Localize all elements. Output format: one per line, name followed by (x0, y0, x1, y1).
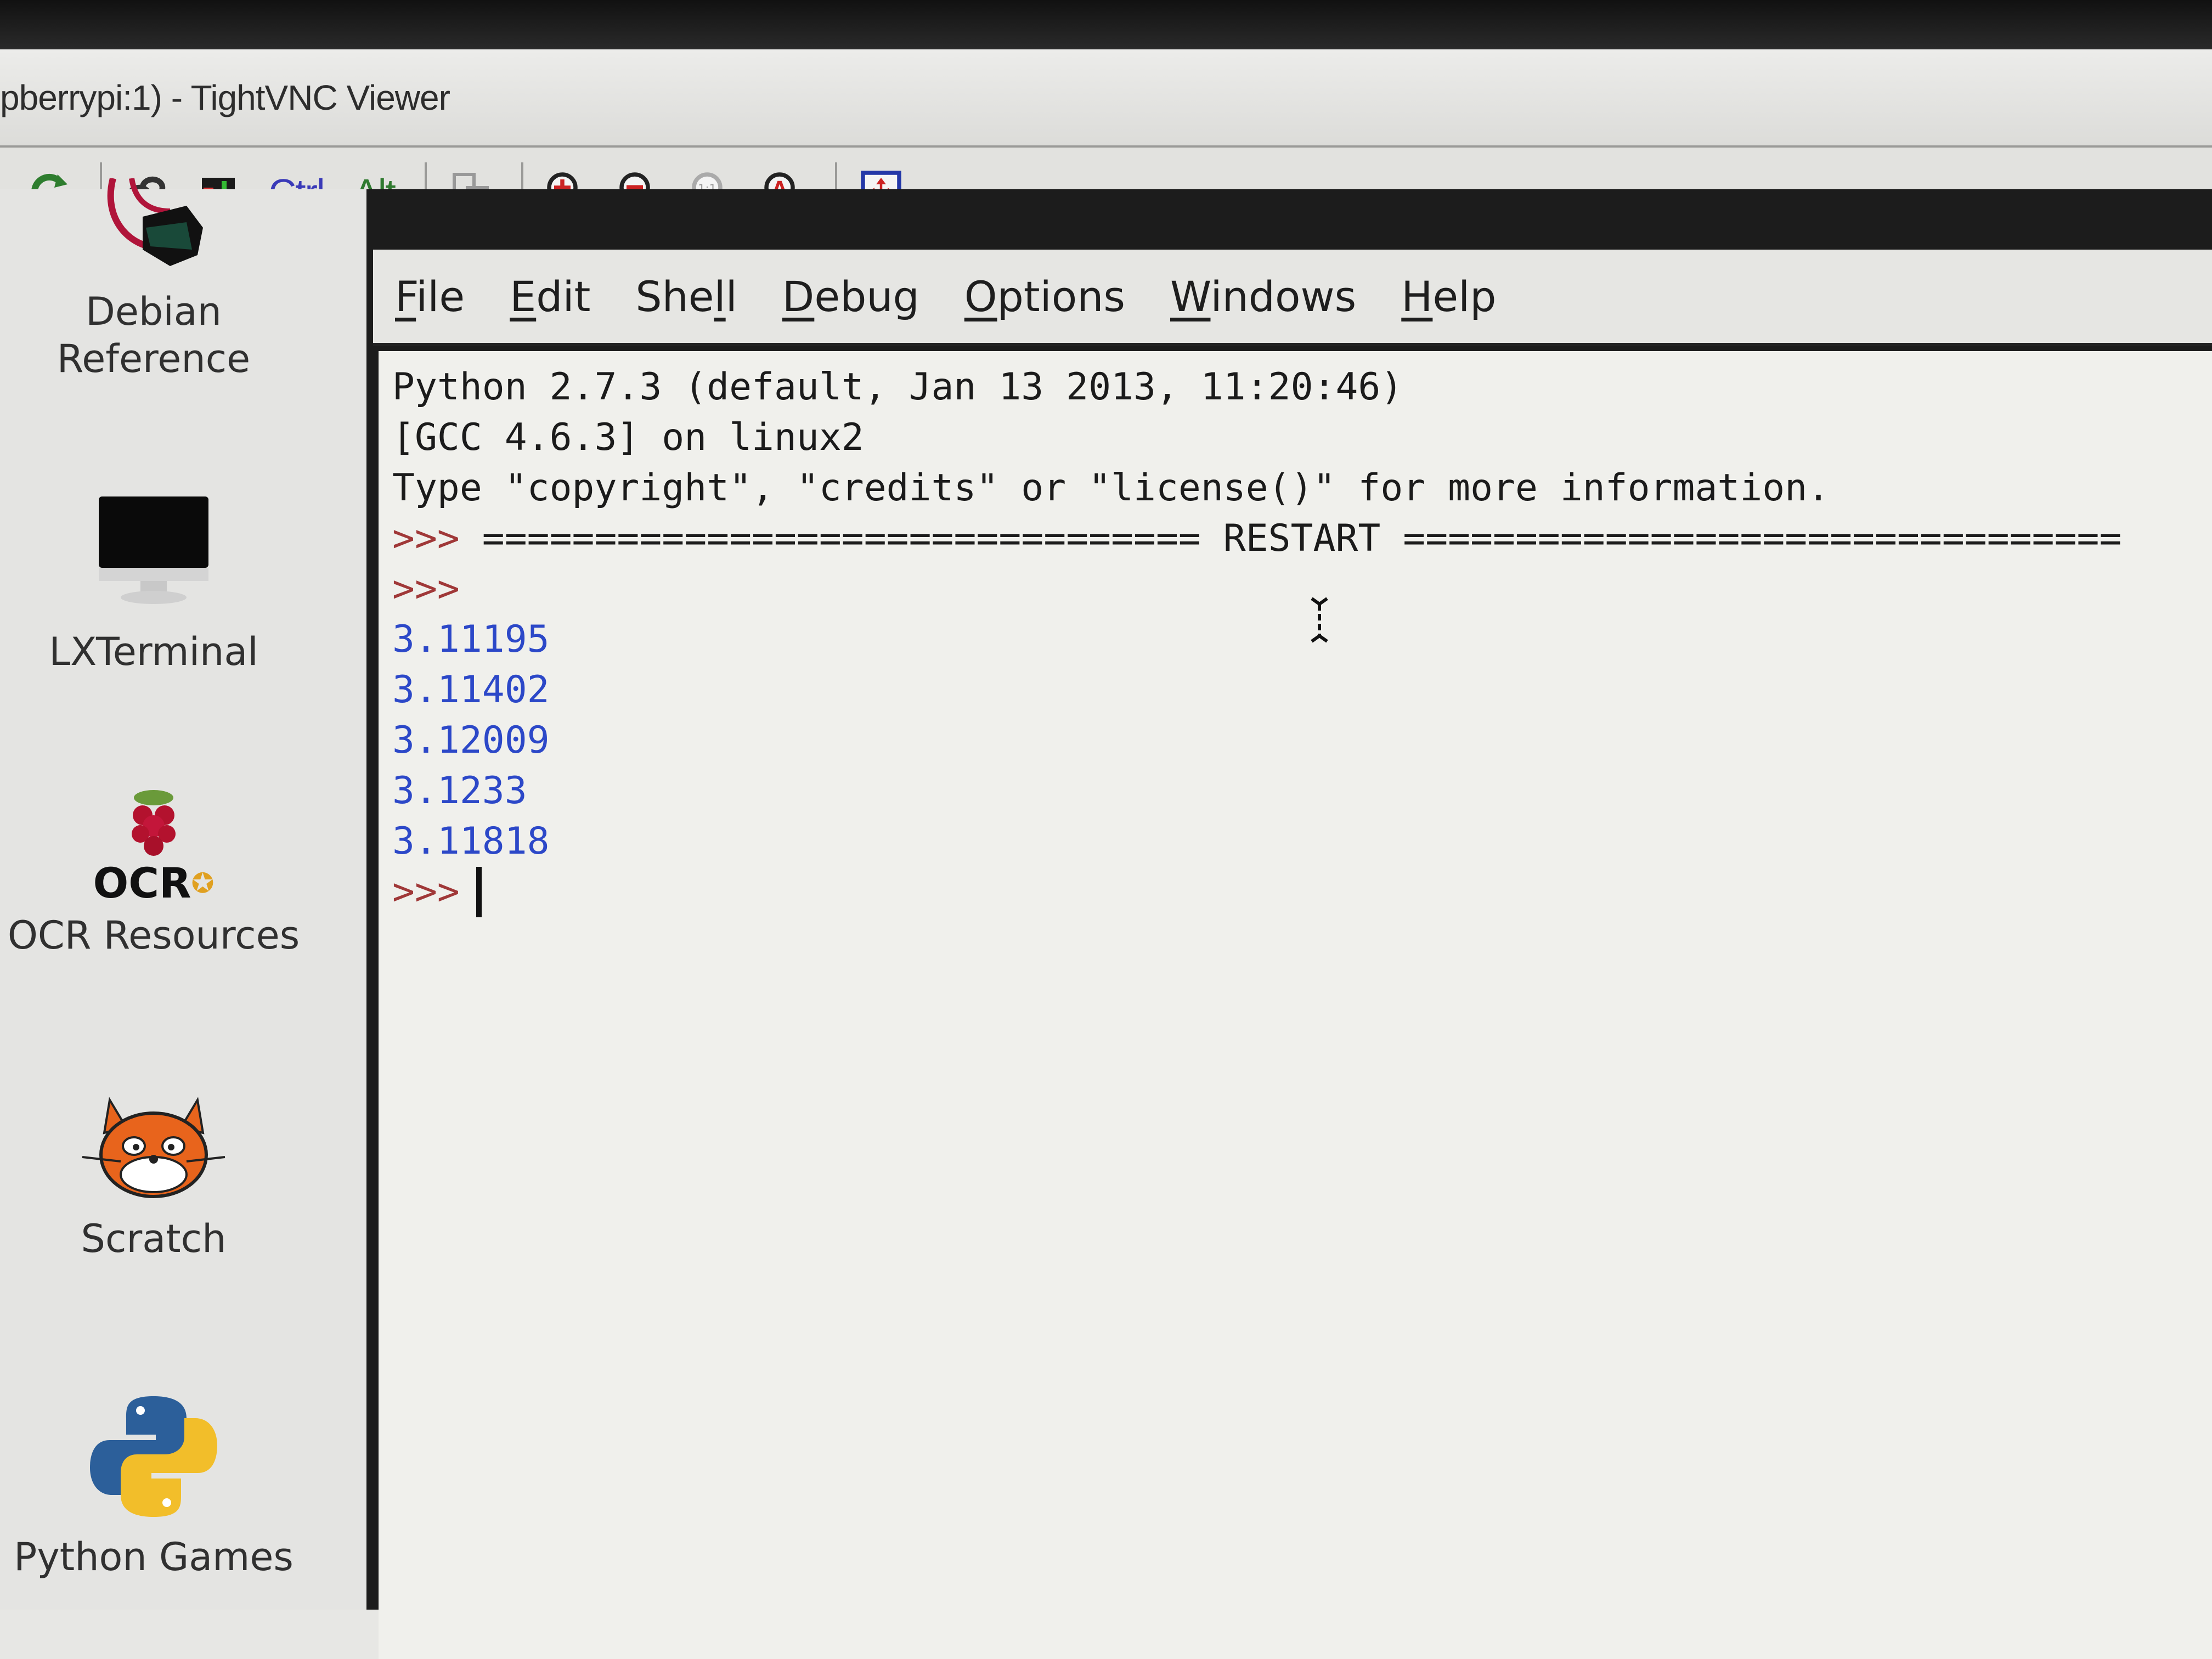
menu-debug[interactable]: Debug (782, 272, 919, 321)
desktop-icon-python-games[interactable]: Python Games (0, 1380, 307, 1581)
python-logo-icon (90, 1396, 217, 1517)
desktop: Debian Reference LXTerminal OCR✪ OCR Res… (0, 178, 368, 1610)
star-icon: ✪ (191, 867, 215, 899)
shell-output-line: 3.11402 (392, 668, 550, 712)
shell-output-line: 3.11195 (392, 618, 550, 661)
ibeam-mouse-cursor-icon (1311, 597, 1328, 643)
scratch-cat-icon (82, 1097, 225, 1198)
python-shell-textarea[interactable]: Python 2.7.3 (default, Jan 13 2013, 11:2… (379, 351, 2212, 1659)
debian-reference-icon (107, 178, 203, 266)
monitor-bezel (0, 0, 2212, 49)
desktop-icon-label: Python Games (14, 1534, 294, 1579)
menu-options[interactable]: Options (964, 272, 1125, 321)
menu-edit[interactable]: Edit (510, 272, 590, 321)
desktop-icon-label: Reference (57, 336, 251, 381)
idle-menubar: File Edit Shell Debug Options Windows He… (373, 250, 2212, 346)
shell-banner-line: [GCC 4.6.3] on linux2 (392, 416, 864, 459)
shell-input-line[interactable]: >>> (392, 867, 2212, 917)
menu-file[interactable]: File (395, 272, 465, 321)
desktop-icon-label: Scratch (81, 1216, 227, 1261)
shell-prompt-line: >>> (392, 564, 2212, 614)
shell-prompt: >>> (392, 517, 460, 560)
menu-windows[interactable]: Windows (1170, 272, 1356, 321)
shell-banner-line: Python 2.7.3 (default, Jan 13 2013, 11:2… (392, 365, 1403, 409)
shell-output-line: 3.12009 (392, 719, 550, 762)
desktop-icon-scratch[interactable]: Scratch (0, 1089, 307, 1262)
desktop-icon-ocr-resources[interactable]: OCR✪ OCR Resources (0, 785, 307, 959)
shell-prompt: >>> (392, 567, 460, 611)
desktop-icon-label: Debian (85, 289, 222, 334)
desktop-icon-debian-reference[interactable]: Debian Reference (0, 178, 307, 382)
shell-output-line: 3.1233 (392, 769, 527, 812)
menu-shell[interactable]: Shell (635, 272, 737, 321)
shell-banner-line: Type "copyright", "credits" or "license(… (392, 466, 1830, 510)
text-cursor (476, 867, 482, 917)
ocr-logo-text: OCR✪ (93, 859, 215, 907)
shell-prompt: >>> (392, 870, 460, 913)
terminal-monitor-icon (99, 496, 208, 604)
desktop-icon-label: LXTerminal (49, 629, 258, 674)
desktop-icon-lxterminal[interactable]: LXTerminal (0, 486, 307, 675)
desktop-icon-label: OCR Resources (7, 913, 300, 958)
window-title: pberrypi:1) - TightVNC Viewer (0, 77, 450, 117)
shell-output-line: 3.11818 (392, 820, 550, 863)
shell-restart-line: >>> ================================ RES… (392, 514, 2212, 564)
raspberry-ocr-icon (132, 790, 176, 856)
title-bar: pberrypi:1) - TightVNC Viewer (0, 49, 2212, 148)
restart-banner: ================================ RESTART… (459, 517, 2122, 560)
menu-help[interactable]: Help (1401, 272, 1496, 321)
